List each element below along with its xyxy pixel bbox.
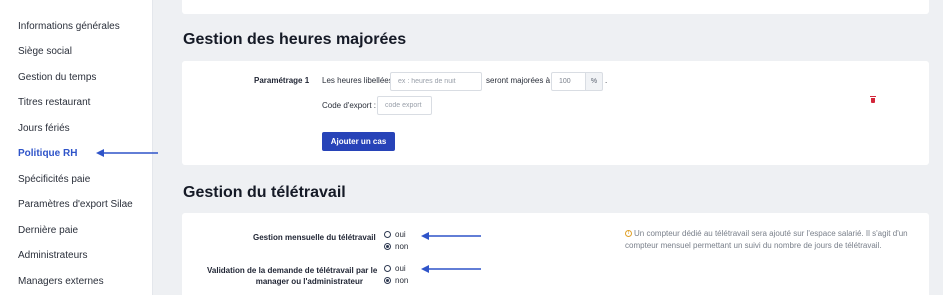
ajouter-un-cas-button[interactable]: Ajouter un cas bbox=[322, 132, 395, 151]
sidebar-item-gestion-du-temps[interactable]: Gestion du temps bbox=[18, 72, 96, 83]
seront-majorees-text: seront majorées à bbox=[486, 76, 551, 85]
warning-circle-icon: ! bbox=[625, 230, 632, 238]
sidebar-item-administrateurs[interactable]: Administrateurs bbox=[18, 250, 87, 261]
heures-majorees-card: Paramétrage 1 Les heures libellées seron… bbox=[182, 61, 929, 165]
period-text: . bbox=[605, 76, 608, 85]
sidebar-item-specificites-paie[interactable]: Spécificités paie bbox=[18, 174, 90, 185]
sidebar-item-parametres-export-silae[interactable]: Paramètres d'export Silae bbox=[18, 199, 133, 210]
sidebar-item-informations-generales[interactable]: Informations générales bbox=[18, 21, 120, 32]
q2-non-radio[interactable]: non bbox=[384, 275, 408, 285]
heures-name-input[interactable] bbox=[390, 72, 482, 91]
q2-oui-radio[interactable]: oui bbox=[384, 263, 406, 273]
validation-label-line1: Validation de la demande de télétravail … bbox=[207, 266, 378, 275]
teletravail-card: Gestion mensuelle du télétravail oui non… bbox=[182, 213, 929, 295]
trash-icon[interactable] bbox=[870, 96, 876, 103]
gestion-mensuelle-label: Gestion mensuelle du télétravail bbox=[253, 233, 376, 242]
validation-label-line2: manager ou l'administrateur bbox=[255, 277, 363, 286]
radio-unchecked-icon bbox=[384, 230, 391, 238]
previous-section-card bbox=[182, 0, 929, 14]
radio-checked-icon bbox=[384, 242, 391, 250]
sidebar-item-jours-feries[interactable]: Jours fériés bbox=[18, 123, 70, 134]
export-label: Code d'export : bbox=[322, 101, 377, 110]
heures-majorees-title: Gestion des heures majorées bbox=[183, 31, 407, 48]
sidebar-item-derniere-paie[interactable]: Dernière paie bbox=[18, 225, 78, 236]
parametrage-label: Paramétrage 1 bbox=[254, 76, 310, 85]
q1-non-radio[interactable]: non bbox=[384, 241, 408, 251]
sidebar-item-titres-restaurant[interactable]: Titres restaurant bbox=[18, 97, 90, 108]
percent-input[interactable] bbox=[551, 72, 586, 91]
heures-libellees-text: Les heures libellées bbox=[322, 76, 393, 85]
radio-checked-icon bbox=[384, 276, 391, 284]
pointer-arrow-icon bbox=[421, 264, 481, 274]
radio-unchecked-icon bbox=[384, 264, 391, 272]
pointer-arrow-icon bbox=[421, 231, 481, 241]
sidebar-item-politique-rh[interactable]: Politique RH bbox=[18, 148, 77, 159]
q1-oui-radio[interactable]: oui bbox=[384, 229, 406, 239]
pointer-arrow-icon bbox=[96, 148, 158, 158]
sidebar-item-managers-externes[interactable]: Managers externes bbox=[18, 276, 104, 287]
percent-suffix: % bbox=[586, 72, 603, 91]
teletravail-title: Gestion du télétravail bbox=[183, 184, 346, 201]
sidebar-item-siege-social[interactable]: Siège social bbox=[18, 46, 72, 57]
export-code-input[interactable] bbox=[377, 96, 432, 115]
teletravail-info: ! Un compteur dédié au télétravail sera a… bbox=[625, 229, 908, 250]
